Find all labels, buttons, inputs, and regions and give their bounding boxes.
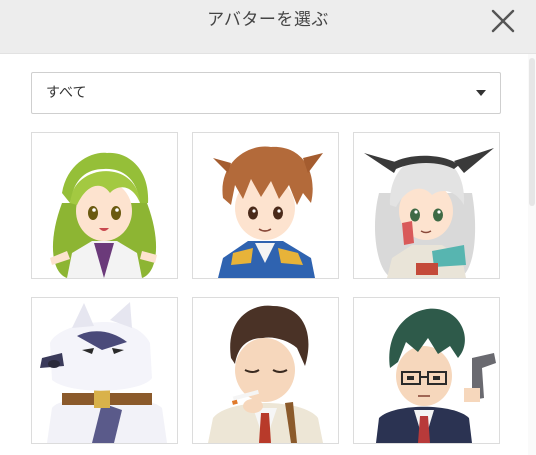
avatar-dark-haired-man[interactable] — [192, 297, 339, 444]
close-x-icon — [491, 9, 515, 33]
avatar-green-haired-man-with-glasses[interactable] — [353, 297, 500, 444]
avatar-image — [213, 146, 323, 278]
avatar-green-haired-girl[interactable] — [31, 132, 178, 279]
avatar-white-wolf[interactable] — [31, 297, 178, 444]
avatar-image — [364, 148, 494, 278]
caret-down-icon — [476, 90, 486, 96]
avatar-image — [50, 152, 157, 278]
close-button[interactable] — [490, 8, 516, 34]
dialog-header: アバターを選ぶ — [0, 0, 536, 54]
dialog-title: アバターを選ぶ — [207, 10, 329, 30]
category-filter-select[interactable]: すべて — [31, 72, 501, 114]
avatar-brown-haired-boy[interactable] — [192, 132, 339, 279]
scrollbar-thumb[interactable] — [529, 58, 535, 206]
avatar-silver-haired-girl[interactable] — [353, 132, 500, 279]
avatar-image — [208, 305, 323, 443]
avatar-image — [376, 308, 496, 443]
avatar-image — [40, 302, 167, 443]
filter-selected-value: すべて — [46, 85, 87, 101]
